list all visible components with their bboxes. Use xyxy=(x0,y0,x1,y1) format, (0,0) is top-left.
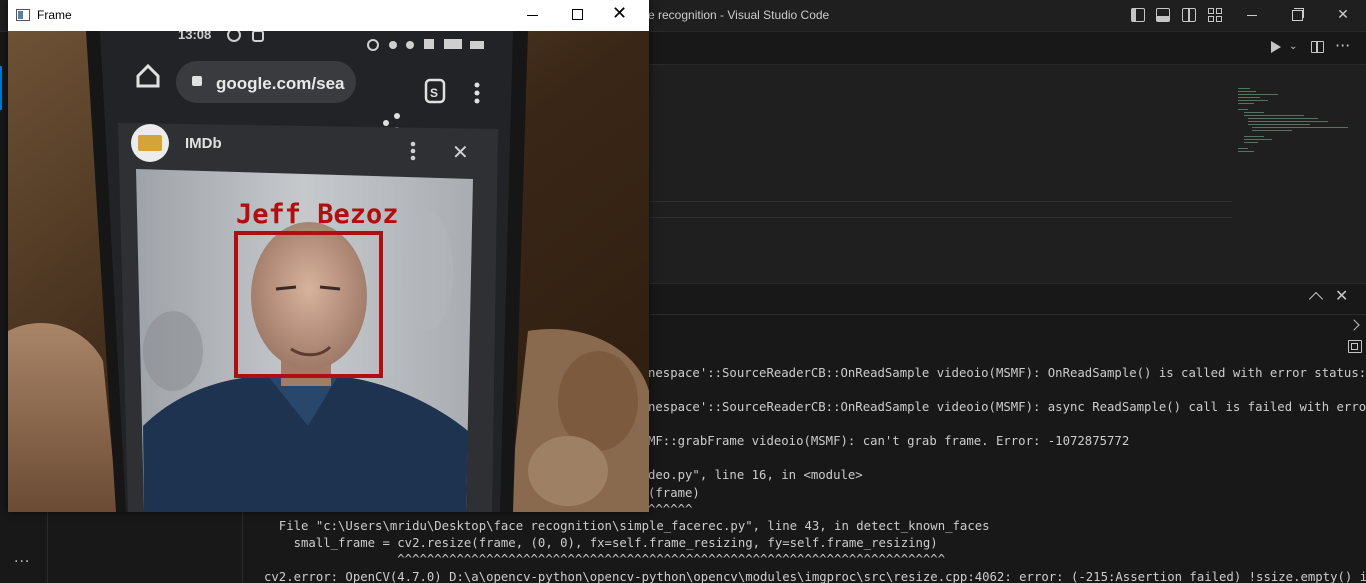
restore-button[interactable] xyxy=(1274,0,1320,30)
editor-divider xyxy=(648,217,1232,218)
camera-frame: 13:08 google.com/sea S IMDb ✕ Jeff Bezoz xyxy=(8,31,649,512)
frame-close-button[interactable]: ✕ xyxy=(612,4,627,24)
minimap-line xyxy=(1238,151,1254,152)
phone-url-text: google.com/sea xyxy=(216,74,345,93)
terminal-line: cv2.error: OpenCV(4.7.0) D:\a\opencv-pyt… xyxy=(264,570,1366,583)
activity-more-icon[interactable]: ··· xyxy=(14,554,30,570)
split-editor-icon[interactable] xyxy=(1311,41,1324,53)
minimap-line xyxy=(1248,124,1310,125)
minimap-line xyxy=(1238,100,1268,101)
face xyxy=(251,222,367,370)
minimap-line xyxy=(1248,118,1318,119)
minimap-line xyxy=(1238,109,1248,110)
panel-header xyxy=(648,283,1366,315)
active-view-indicator xyxy=(0,66,2,110)
minimap-line xyxy=(1238,97,1260,98)
face-label: Jeff Bezoz xyxy=(236,199,399,230)
vscode-window-title: e recognition - Visual Studio Code xyxy=(648,8,830,22)
frame-window-title: Frame xyxy=(37,8,72,22)
minimap-line xyxy=(1238,88,1250,89)
terminal-line: deo.py", line 16, in <module> xyxy=(648,468,863,482)
minimap-line xyxy=(1252,130,1292,131)
toggle-panel-icon[interactable] xyxy=(1156,8,1170,22)
imdb-tab-name: IMDb xyxy=(185,135,222,152)
customize-layout-icon[interactable] xyxy=(1208,8,1222,22)
minimize-button[interactable] xyxy=(1228,0,1274,30)
terminal-line: ^^^^^^^^^^^^^^^^^^^^^^^^^^^^^^^^^^^^^^^^… xyxy=(264,552,946,566)
minimap-line xyxy=(1238,103,1254,104)
panel-sidebar xyxy=(48,512,243,583)
close-icon[interactable]: ✕ xyxy=(1335,286,1348,305)
tab-count-badge: S xyxy=(430,86,438,100)
close-window-button[interactable]: ✕ xyxy=(1320,0,1366,30)
editor-divider xyxy=(648,201,1232,202)
minimap-line xyxy=(1238,148,1248,149)
frame-minimize-button[interactable] xyxy=(527,15,538,16)
terminal-line: small_frame = cv2.resize(frame, (0, 0), … xyxy=(264,536,938,550)
frame-maximize-button[interactable] xyxy=(572,9,583,20)
chevron-down-icon[interactable]: ⌄ xyxy=(1289,41,1297,52)
camera-image: 13:08 google.com/sea S IMDb ✕ Jeff Bezoz xyxy=(8,31,649,512)
share-icon xyxy=(383,120,389,126)
minimap-line xyxy=(1238,94,1278,95)
minimap-line xyxy=(1244,139,1272,140)
frame-window: Frame ✕ 13:08 google.com/sea S IMDb ✕ Je… xyxy=(8,0,649,512)
minimap[interactable] xyxy=(1238,88,1348,158)
terminal-line: MF::grabFrame videoio(MSMF): can't grab … xyxy=(648,434,1130,448)
card-close-icon: ✕ xyxy=(452,140,469,164)
desktop-screen: e recognition - Visual Studio Code ✕ ···… xyxy=(0,0,1366,583)
minimap-line xyxy=(1244,142,1258,143)
terminal-icon[interactable] xyxy=(1348,340,1362,353)
minimap-line xyxy=(1252,127,1348,128)
app-icon xyxy=(16,9,30,21)
minimap-line xyxy=(1238,91,1256,92)
right-thumb xyxy=(528,436,608,506)
frame-title-bar[interactable]: Frame ✕ xyxy=(8,0,649,31)
toggle-primary-sidebar-icon[interactable] xyxy=(1131,8,1145,22)
terminal-line: nespace'::SourceReaderCB::OnReadSample v… xyxy=(648,366,1366,380)
terminal-line: (frame) xyxy=(648,486,700,500)
minimap-line xyxy=(1244,112,1264,113)
toggle-secondary-sidebar-icon[interactable] xyxy=(1182,8,1196,22)
phone-status-time: 13:08 xyxy=(178,31,211,42)
terminal-line: nespace'::SourceReaderCB::OnReadSample v… xyxy=(648,400,1366,414)
minimap-line xyxy=(1244,115,1304,116)
terminal-line: File "c:\Users\mridu\Desktop\face recogn… xyxy=(264,519,990,533)
minimap-line xyxy=(1244,136,1264,137)
more-actions-icon[interactable]: ··· xyxy=(1335,36,1350,55)
run-icon[interactable] xyxy=(1271,41,1281,53)
minimap-line xyxy=(1248,121,1328,122)
terminal-line: ^^^^^^ xyxy=(648,502,693,516)
